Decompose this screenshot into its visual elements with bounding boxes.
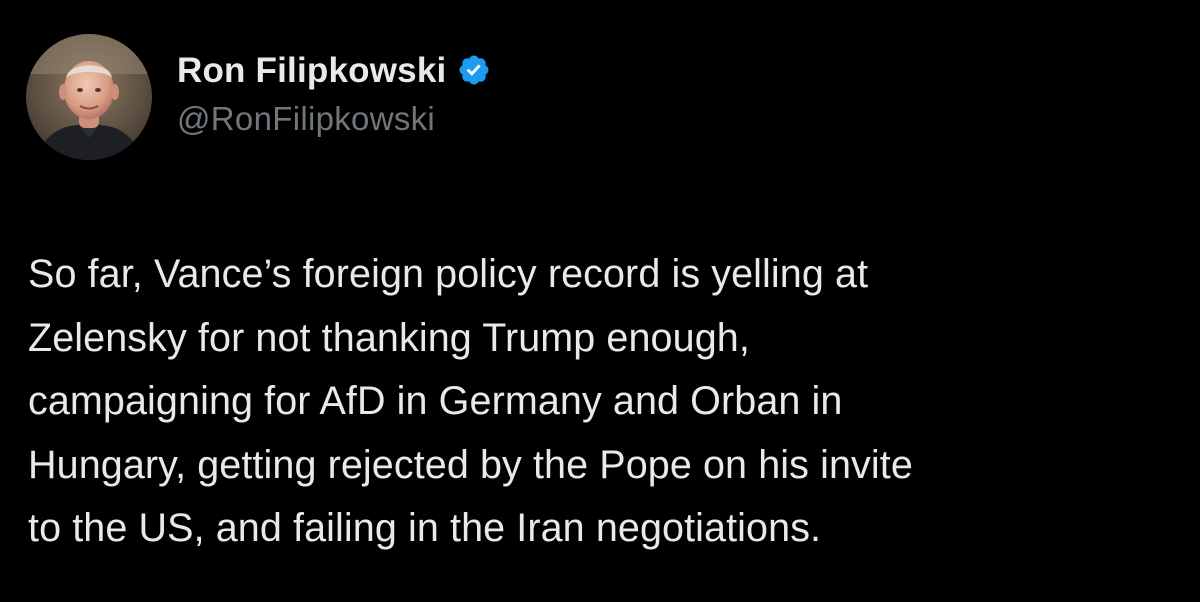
author-block: Ron Filipkowski @RonFilipkowski [177, 48, 494, 138]
author-display-name[interactable]: Ron Filipkowski [177, 51, 446, 91]
post-card: Ron Filipkowski @RonFilipkowski So far, … [0, 0, 1200, 602]
verified-badge-icon [457, 53, 494, 90]
post-text: So far, Vance’s foreign policy record is… [28, 252, 913, 550]
avatar[interactable] [26, 34, 152, 160]
author-handle[interactable]: @RonFilipkowski [177, 100, 494, 138]
watermark [985, 48, 1160, 88]
profile-photo-icon [26, 34, 152, 160]
author-name-row: Ron Filipkowski [177, 48, 494, 94]
